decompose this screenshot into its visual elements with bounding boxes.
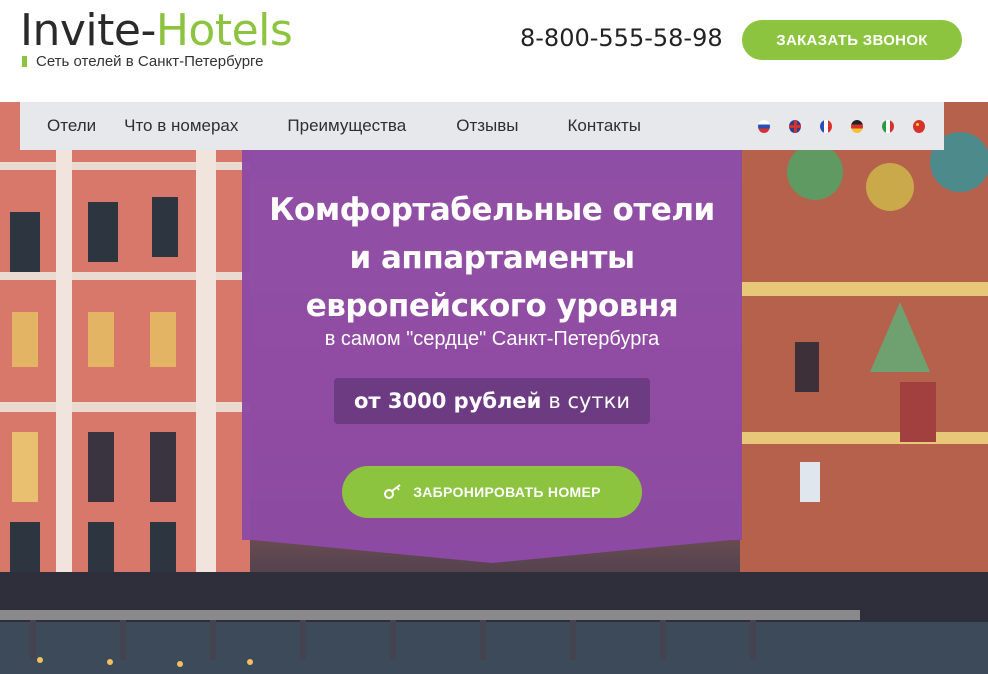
key-icon [383,482,403,502]
logo[interactable]: Invite-Hotels [20,5,293,56]
uk-flag-icon[interactable] [789,119,801,133]
nav-item-hotels[interactable]: Отели [47,116,96,136]
hero-section: Отели Что в номерах Преимущества Отзывы … [0,102,988,674]
hero-subtitle: в самом "сердце" Санкт-Петербурга [324,328,660,350]
book-room-label: ЗАБРОНИРОВАТЬ НОМЕР [413,484,601,500]
tagline-text: Сеть отелей в Санкт-Петербурге [36,53,264,70]
hero-title-line-1: Комфортабельные отели [269,192,715,228]
nav-item-reviews[interactable]: Отзывы [456,116,518,136]
nav-item-rooms[interactable]: Что в номерах [124,116,238,136]
price-amount: от 3000 рублей [354,389,542,413]
language-switcher [744,102,944,150]
nav-item-contacts[interactable]: Контакты [568,116,641,136]
request-callback-button[interactable]: ЗАКАЗАТЬ ЗВОНОК [742,20,962,60]
germany-flag-icon[interactable] [851,119,863,133]
tagline: Сеть отелей в Санкт-Петербурге [22,53,264,70]
tagline-accent-bar [22,56,27,67]
logo-text-green: Hotels [155,5,293,56]
site-header: Invite-Hotels Сеть отелей в Санкт-Петерб… [0,0,988,102]
hero-title-line-3: европейского уровня [305,288,679,324]
main-nav: Отели Что в номерах Преимущества Отзывы … [20,102,744,150]
logo-text-dark: Invite- [20,5,156,56]
russia-flag-icon[interactable] [758,119,770,133]
italy-flag-icon[interactable] [882,119,894,133]
price-period: в сутки [548,389,630,413]
book-room-button[interactable]: ЗАБРОНИРОВАТЬ НОМЕР [342,466,642,518]
nav-item-advantages[interactable]: Преимущества [287,116,406,136]
price-badge: от 3000 рублей в сутки [334,378,650,424]
china-flag-icon[interactable] [913,119,925,133]
france-flag-icon[interactable] [820,119,832,133]
hero-title: Комфортабельные отели и аппартаменты евр… [242,186,742,330]
phone-number[interactable]: 8-800-555-58-98 [520,24,723,52]
hero-panel-arrow [242,539,742,563]
hero-title-line-2: и аппартаменты [349,240,635,276]
